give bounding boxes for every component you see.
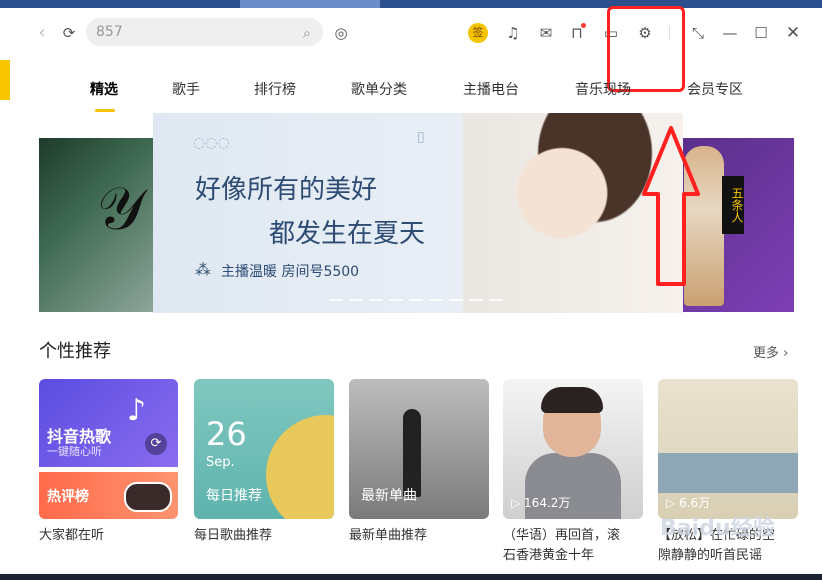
side-accent-bar: [0, 60, 10, 100]
sun-graphic: [266, 415, 334, 519]
more-label: 更多: [753, 346, 780, 361]
tab-radio[interactable]: 主播电台: [463, 80, 519, 100]
banner-headline-2: 都发生在夏天: [269, 219, 426, 249]
card-caption-line2[interactable]: 隙静静的听首民谣: [658, 546, 762, 566]
douyin-note-icon: ♪: [127, 393, 147, 428]
avatar-group: [124, 482, 172, 512]
card-month: Sep.: [206, 455, 235, 470]
mail-icon[interactable]: ✉: [536, 23, 556, 43]
sign-in-badge[interactable]: 签: [468, 23, 488, 43]
annotation-arrow: [642, 126, 700, 286]
card-caption[interactable]: 每日歌曲推荐: [194, 526, 272, 546]
more-link[interactable]: 更多 ›: [753, 344, 788, 364]
banner-left-art: 𝒴: [97, 174, 145, 244]
section-title: 个性推荐: [39, 341, 111, 362]
play-count-value: 6.6万: [679, 496, 711, 510]
minimize-icon[interactable]: —: [720, 23, 740, 43]
sea-graphic: [658, 453, 798, 493]
baidu-watermark: Baidu经验: [660, 516, 775, 541]
play-count: ▷ 164.2万: [511, 496, 571, 510]
banner-deco-circles: ◌◌◌: [193, 135, 230, 151]
card-playlist-folk[interactable]: ▷ 6.6万: [658, 379, 798, 519]
card-caption[interactable]: 大家都在听: [39, 526, 104, 546]
banner-pagination[interactable]: [329, 299, 509, 301]
tab-singers[interactable]: 歌手: [172, 80, 200, 100]
card-playlist-rewind[interactable]: ▷ 164.2万: [503, 379, 643, 519]
banner-right-tag: 五条人: [722, 176, 744, 234]
tab-playlist-categories[interactable]: 歌单分类: [351, 80, 407, 100]
tab-live[interactable]: 音乐现场: [575, 80, 631, 100]
maximize-icon[interactable]: ☐: [751, 23, 771, 43]
banner-deco-phone: ▯: [417, 129, 425, 145]
card-daily[interactable]: 26 Sep. 每日推荐: [194, 379, 334, 519]
tab-charts[interactable]: 排行榜: [254, 80, 296, 100]
refresh-icon[interactable]: ⟳: [60, 23, 78, 43]
desktop-strip: [0, 0, 822, 8]
active-tab-underline: [95, 109, 115, 112]
play-count: ▷ 6.6万: [666, 496, 711, 510]
back-icon[interactable]: ‹: [34, 23, 50, 43]
banner-subline: 主播温暖 房间号5500: [221, 264, 360, 280]
card-label: 每日推荐: [206, 488, 262, 504]
card-day: 26: [206, 415, 247, 453]
music-recognition-icon[interactable]: ◎: [331, 23, 351, 43]
card-caption-line2[interactable]: 石香港黄金十年: [503, 546, 594, 566]
search-icon[interactable]: ⌕: [298, 23, 316, 43]
headphones-icon[interactable]: ♫: [503, 23, 523, 43]
card-caption[interactable]: 最新单曲推荐: [349, 526, 427, 546]
banner-main[interactable]: ◌◌◌ ▯ 好像所有的美好 都发生在夏天 ⁂ 主播温暖 房间号5500: [153, 113, 683, 313]
banner-headline-1: 好像所有的美好: [195, 175, 378, 205]
card-title: 热评榜: [47, 489, 89, 505]
close-icon[interactable]: ✕: [783, 23, 803, 43]
singer-hair: [541, 387, 603, 413]
figure-silhouette: [403, 409, 421, 497]
taskbar: [0, 574, 822, 580]
card-caption-line1[interactable]: （华语）再回首，滚: [503, 526, 620, 546]
card-label: 最新单曲: [361, 488, 417, 504]
card-new-singles[interactable]: 最新单曲: [349, 379, 489, 519]
search-input[interactable]: 857: [96, 22, 123, 42]
card-subtitle: 一键随心听: [47, 445, 102, 458]
shrink-icon[interactable]: ⤡: [688, 23, 708, 43]
card-douyin-hot[interactable]: ♪ 抖音热歌 一键随心听 ⟳: [39, 379, 178, 467]
refresh-icon[interactable]: ⟳: [145, 433, 167, 455]
banner-left-side[interactable]: 𝒴: [39, 138, 157, 312]
play-count-value: 164.2万: [524, 496, 571, 510]
tab-featured[interactable]: 精选: [90, 80, 118, 100]
banner-deco-bubbles: ⁂: [195, 260, 211, 279]
tab-vip[interactable]: 会员专区: [687, 80, 743, 100]
card-hot-comments[interactable]: 热评榜: [39, 472, 178, 519]
notification-dot: [581, 23, 586, 28]
